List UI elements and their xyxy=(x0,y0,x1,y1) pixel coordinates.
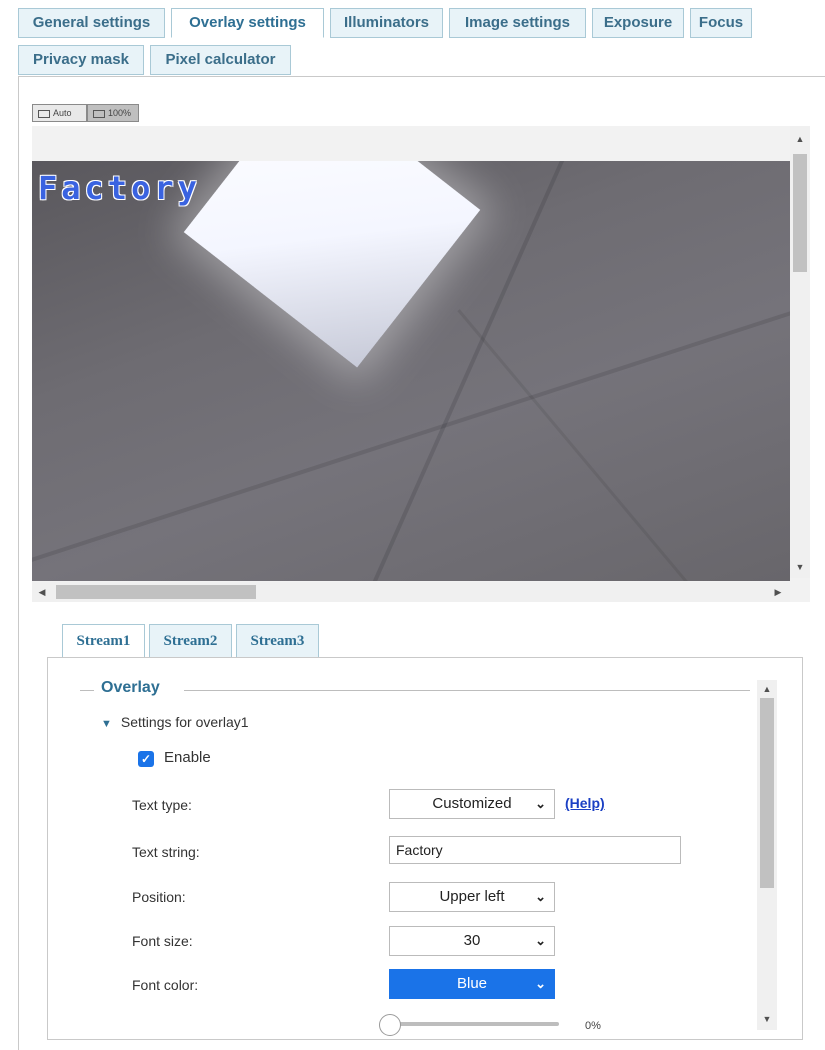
transparency-slider-track[interactable] xyxy=(389,1022,559,1026)
actual-size-icon xyxy=(93,109,105,118)
legend-rule-left xyxy=(80,690,94,691)
ceiling-seam xyxy=(457,309,730,581)
chevron-down-icon: ▼ xyxy=(101,718,112,730)
chevron-down-icon: ⌄ xyxy=(535,933,546,948)
overlay1-section-label: Settings for overlay1 xyxy=(120,714,249,730)
chevron-down-icon: ⌄ xyxy=(535,976,546,991)
font-color-select[interactable]: Blue ⌄ xyxy=(389,969,555,999)
tab-stream2[interactable]: Stream2 xyxy=(149,624,232,658)
position-label: Position: xyxy=(132,889,186,905)
chevron-down-icon: ⌄ xyxy=(535,796,546,811)
tab-stream1[interactable]: Stream1 xyxy=(62,624,145,658)
enable-label: Enable xyxy=(164,749,211,766)
viewport-vscroll-thumb[interactable] xyxy=(793,154,807,272)
tab-exposure[interactable]: Exposure xyxy=(592,8,684,38)
tab-illuminators[interactable]: Illuminators xyxy=(330,8,443,38)
transparency-slider-handle[interactable] xyxy=(379,1014,401,1036)
text-type-select[interactable]: Customized ⌄ xyxy=(389,789,555,819)
scroll-down-icon[interactable]: ▼ xyxy=(761,1014,773,1024)
scroll-up-icon[interactable]: ▲ xyxy=(794,134,806,144)
tab-focus[interactable]: Focus xyxy=(690,8,752,38)
font-color-label: Font color: xyxy=(132,977,199,993)
scroll-right-icon[interactable]: ▶ xyxy=(772,587,784,597)
chevron-down-icon: ⌄ xyxy=(535,889,546,904)
font-size-value: 30 xyxy=(463,932,481,949)
scroll-up-icon[interactable]: ▲ xyxy=(761,684,773,694)
font-size-label: Font size: xyxy=(132,933,193,949)
viewport-vertical-scrollbar[interactable]: ▲ ▼ xyxy=(790,126,810,578)
font-color-value: Blue xyxy=(456,975,488,992)
ceiling-seam xyxy=(32,292,790,574)
panel-vscroll-thumb[interactable] xyxy=(760,698,774,888)
view-auto-label: Auto xyxy=(53,108,72,118)
panel-vertical-scrollbar[interactable]: ▲ ▼ xyxy=(757,680,777,1030)
help-link[interactable]: (Help) xyxy=(565,795,605,811)
scroll-down-icon[interactable]: ▼ xyxy=(794,562,806,572)
position-select[interactable]: Upper left ⌄ xyxy=(389,882,555,912)
text-type-label: Text type: xyxy=(132,797,192,813)
tab-pixel-calculator[interactable]: Pixel calculator xyxy=(150,45,291,75)
content-frame-border xyxy=(18,76,19,1050)
overlay-legend: Overlay xyxy=(99,679,162,697)
tab-stream3[interactable]: Stream3 xyxy=(236,624,319,658)
ceiling-light xyxy=(183,161,481,368)
legend-rule-right xyxy=(184,690,750,691)
view-auto-button[interactable]: Auto xyxy=(32,104,87,122)
tab-image-settings[interactable]: Image settings xyxy=(449,8,586,38)
text-string-input[interactable]: Factory xyxy=(389,836,681,864)
tab-divider xyxy=(18,76,825,77)
viewport-horizontal-scrollbar[interactable]: ◀ ▶ xyxy=(32,582,790,602)
view-100-button[interactable]: 100% xyxy=(87,104,139,122)
text-type-value: Customized xyxy=(432,795,512,812)
overlay-settings-panel: Overlay ▼ Settings for overlay1 ✓ Enable … xyxy=(47,657,803,1040)
live-video[interactable]: Factory xyxy=(32,161,790,581)
view-100-label: 100% xyxy=(108,108,132,118)
position-value: Upper left xyxy=(439,888,505,905)
text-string-label: Text string: xyxy=(132,844,200,860)
viewport-hscroll-thumb[interactable] xyxy=(56,585,256,599)
fit-icon xyxy=(38,109,50,118)
font-size-select[interactable]: 30 ⌄ xyxy=(389,926,555,956)
overlay1-section-toggle[interactable]: ▼ Settings for overlay1 xyxy=(101,714,249,730)
transparency-value: 0% xyxy=(585,1020,601,1032)
tab-overlay-settings[interactable]: Overlay settings xyxy=(171,8,324,38)
enable-checkbox[interactable]: ✓ xyxy=(138,751,154,767)
video-overlay-text: Factory xyxy=(38,169,201,207)
tab-privacy-mask[interactable]: Privacy mask xyxy=(18,45,144,75)
tab-general-settings[interactable]: General settings xyxy=(18,8,165,38)
scroll-left-icon[interactable]: ◀ xyxy=(36,587,48,597)
